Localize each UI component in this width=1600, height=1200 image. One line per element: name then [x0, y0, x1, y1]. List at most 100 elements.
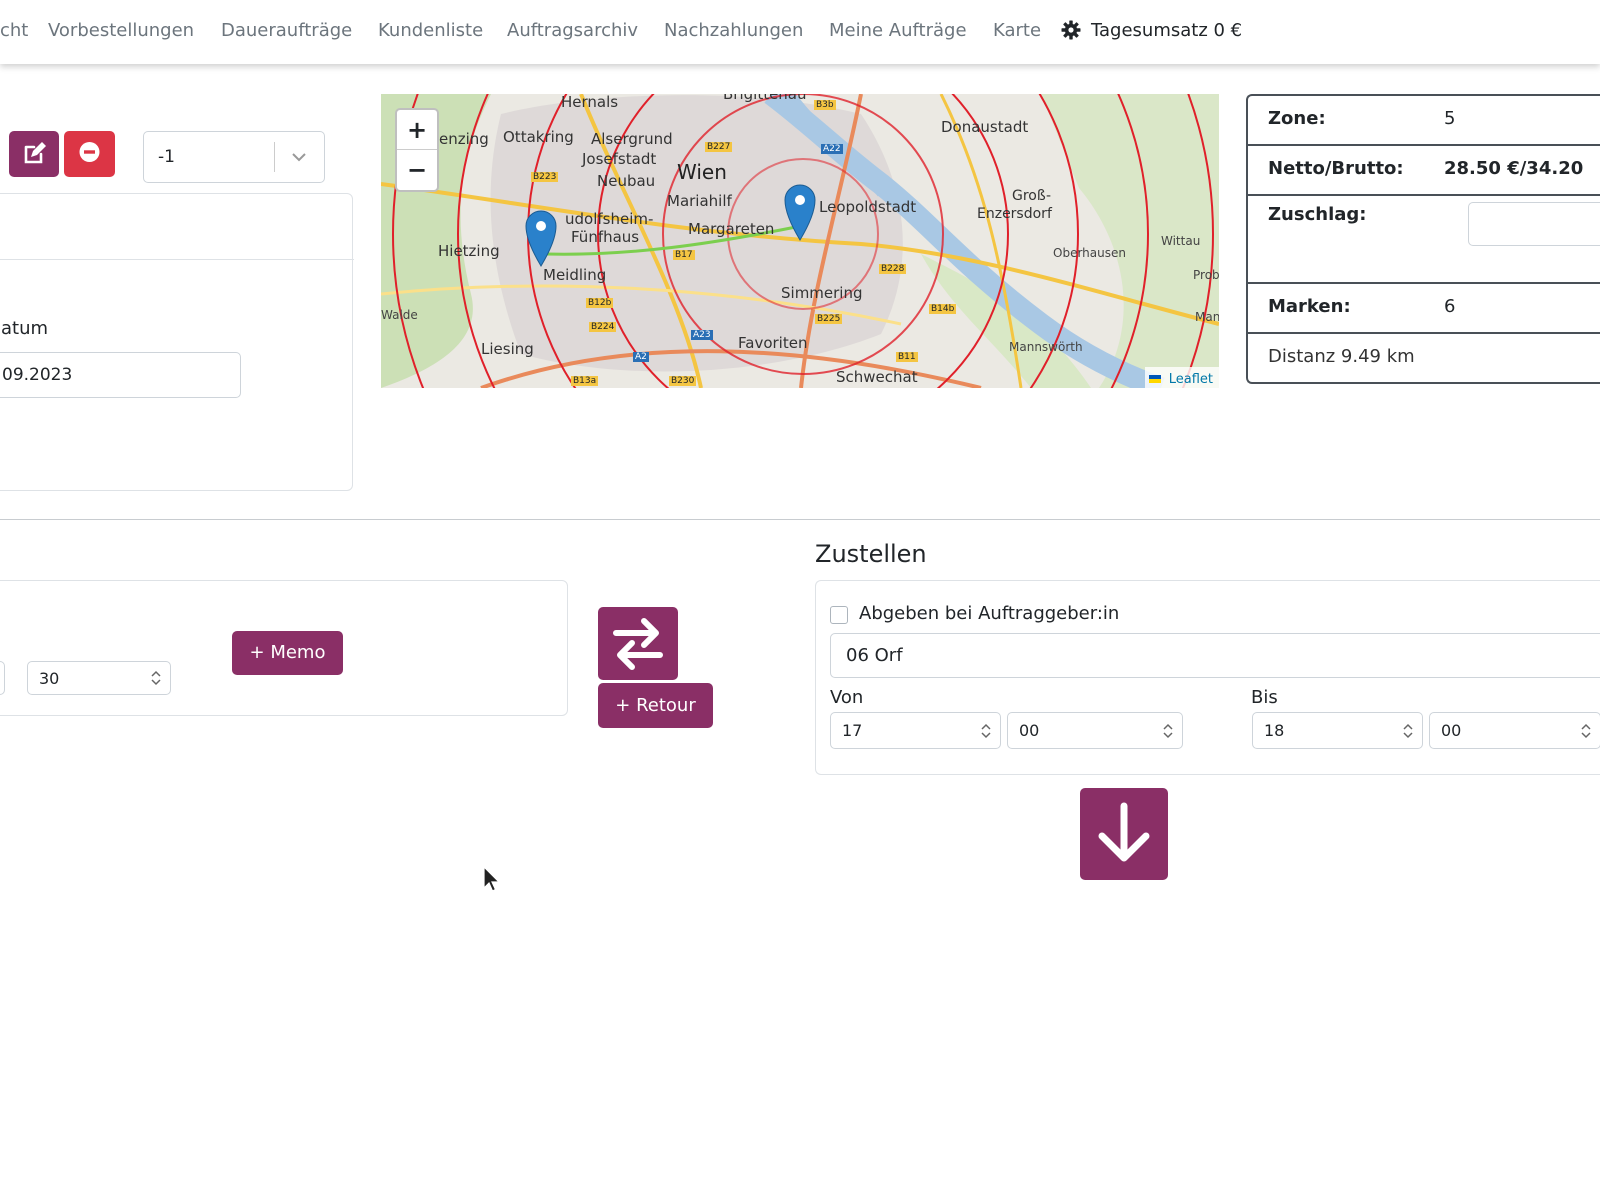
- map-label: Man: [1195, 310, 1219, 324]
- bis-minute-stepper[interactable]: 00: [1429, 712, 1600, 749]
- table-row-separator: [1248, 144, 1600, 146]
- road-shield: B12b: [586, 298, 614, 308]
- bis-label: Bis: [1251, 687, 1278, 708]
- nav-item-dauerauftraege[interactable]: Daueraufträge: [221, 18, 352, 44]
- table-row-separator: [1248, 282, 1600, 284]
- zoom-out-button[interactable]: −: [397, 150, 437, 190]
- handover-checkbox[interactable]: [830, 606, 848, 624]
- map-label: Groß-: [1012, 188, 1051, 204]
- table-row-separator: [1248, 332, 1600, 334]
- nav-item-vorbestellungen[interactable]: Vorbestellungen: [48, 18, 194, 44]
- map-label: Oberhausen: [1053, 246, 1126, 260]
- map-label: Simmering: [781, 284, 863, 302]
- map-label: Josefstadt: [582, 150, 657, 168]
- handover-checkbox-label: Abgeben bei Auftraggeber:in: [859, 603, 1120, 624]
- map-label: Liesing: [481, 340, 534, 358]
- map-label: Wien: [677, 160, 727, 184]
- map[interactable]: Hernals Brigittenau enzing Ottakring Als…: [381, 94, 1219, 388]
- zone-label: Zone:: [1268, 108, 1326, 129]
- road-shield: B11: [896, 352, 918, 362]
- mouse-cursor-icon: [483, 866, 501, 892]
- date-label: atum: [1, 318, 49, 339]
- map-label: Wittau: [1161, 234, 1201, 248]
- date-input[interactable]: 09.2023: [0, 352, 241, 398]
- section-divider: [0, 519, 1600, 520]
- swap-button[interactable]: [598, 607, 678, 680]
- nav-item-kundenliste[interactable]: Kundenliste: [378, 18, 483, 44]
- marken-value: 6: [1444, 296, 1456, 317]
- ukraine-flag-icon: [1148, 375, 1161, 383]
- number-select[interactable]: -1: [143, 131, 325, 183]
- add-memo-button[interactable]: + Memo: [232, 631, 343, 675]
- map-label: Mannswörth: [1009, 340, 1083, 354]
- nav-item-karte[interactable]: Karte: [993, 18, 1041, 44]
- von-minute-value: 00: [1019, 721, 1040, 740]
- delivery-address-input[interactable]: 06 Orf: [830, 633, 1600, 678]
- marken-label: Marken:: [1268, 296, 1351, 317]
- map-label: Prob: [1193, 268, 1219, 282]
- daily-revenue[interactable]: Tagesumsatz 0 €: [1091, 18, 1242, 44]
- zuschlag-label: Zuschlag:: [1268, 204, 1367, 225]
- von-hour-value: 17: [842, 721, 863, 740]
- road-shield: B17: [673, 250, 695, 260]
- map-label: Fünfhaus: [571, 228, 640, 246]
- map-label: Neubau: [597, 172, 656, 190]
- zuschlag-input[interactable]: [1468, 202, 1600, 246]
- arrow-down-icon: [1098, 802, 1150, 862]
- edit-button[interactable]: [9, 131, 59, 177]
- top-navbar: cht Vorbestellungen Daueraufträge Kunden…: [0, 0, 1600, 64]
- nav-item-nachzahlungen[interactable]: Nachzahlungen: [664, 18, 803, 44]
- zone-value: 5: [1444, 108, 1456, 129]
- nav-item-auftragsarchiv[interactable]: Auftragsarchiv: [507, 18, 638, 44]
- gear-icon[interactable]: [1061, 20, 1081, 48]
- pickup-hour-stepper[interactable]: [0, 661, 5, 695]
- road-shield: B228: [879, 264, 907, 274]
- card-divider: [0, 259, 354, 260]
- road-shield: A22: [821, 144, 843, 154]
- netto-brutto-label: Netto/Brutto:: [1268, 158, 1404, 179]
- zoom-in-button[interactable]: +: [397, 110, 437, 150]
- road-shield: A2: [633, 352, 649, 362]
- map-label: Enzersdorf: [977, 206, 1052, 222]
- map-label: Hietzing: [438, 242, 500, 260]
- road-shield: B3b: [814, 100, 836, 110]
- minus-circle-icon: [79, 142, 100, 162]
- road-shield: B224: [589, 322, 617, 332]
- map-label: Mariahilf: [667, 192, 732, 210]
- map-label: Schwechat: [836, 368, 918, 386]
- map-label: Ottakring: [503, 128, 574, 146]
- map-label: Margareten: [688, 220, 775, 238]
- road-shield: B227: [705, 142, 733, 152]
- bis-hour-stepper[interactable]: 18: [1252, 712, 1423, 749]
- map-label: Leopoldstadt: [819, 198, 917, 216]
- table-row-separator: [1248, 194, 1600, 196]
- leaflet-link[interactable]: Leaflet: [1169, 372, 1213, 387]
- add-stop-button[interactable]: [1080, 788, 1168, 880]
- road-shield: B223: [531, 172, 559, 182]
- von-minute-stepper[interactable]: 00: [1007, 712, 1183, 749]
- delivery-card: Abgeben bei Auftraggeber:in 06 Orf Von 1…: [815, 580, 1600, 775]
- von-label: Von: [830, 687, 864, 708]
- netto-brutto-value: 28.50 €/34.20: [1444, 158, 1584, 179]
- spinner-icon[interactable]: [980, 721, 992, 741]
- pickup-card: 30 + Memo: [0, 580, 568, 716]
- map-label: Hernals: [561, 94, 619, 111]
- von-hour-stepper[interactable]: 17: [830, 712, 1001, 749]
- spinner-icon[interactable]: [1402, 721, 1414, 741]
- delivery-address-value: 06 Orf: [846, 645, 903, 666]
- road-shield: B14b: [929, 304, 957, 314]
- nav-item-overview[interactable]: cht: [0, 18, 28, 44]
- pickup-minute-stepper[interactable]: 30: [27, 661, 171, 695]
- map-label: udolfsheim-: [565, 210, 654, 228]
- zoom-control: + −: [395, 108, 439, 192]
- nav-item-meine-auftraege[interactable]: Meine Aufträge: [829, 18, 967, 44]
- add-retour-button[interactable]: + Retour: [598, 683, 713, 728]
- order-details-card: atum 09.2023: [0, 193, 354, 491]
- spinner-icon[interactable]: [1162, 721, 1174, 741]
- spinner-icon[interactable]: [1580, 721, 1592, 741]
- select-divider: [274, 142, 275, 172]
- spinner-icon[interactable]: [150, 668, 162, 688]
- map-label: Donaustadt: [941, 118, 1029, 136]
- road-shield: B13a: [571, 376, 599, 386]
- remove-button[interactable]: [64, 131, 115, 177]
